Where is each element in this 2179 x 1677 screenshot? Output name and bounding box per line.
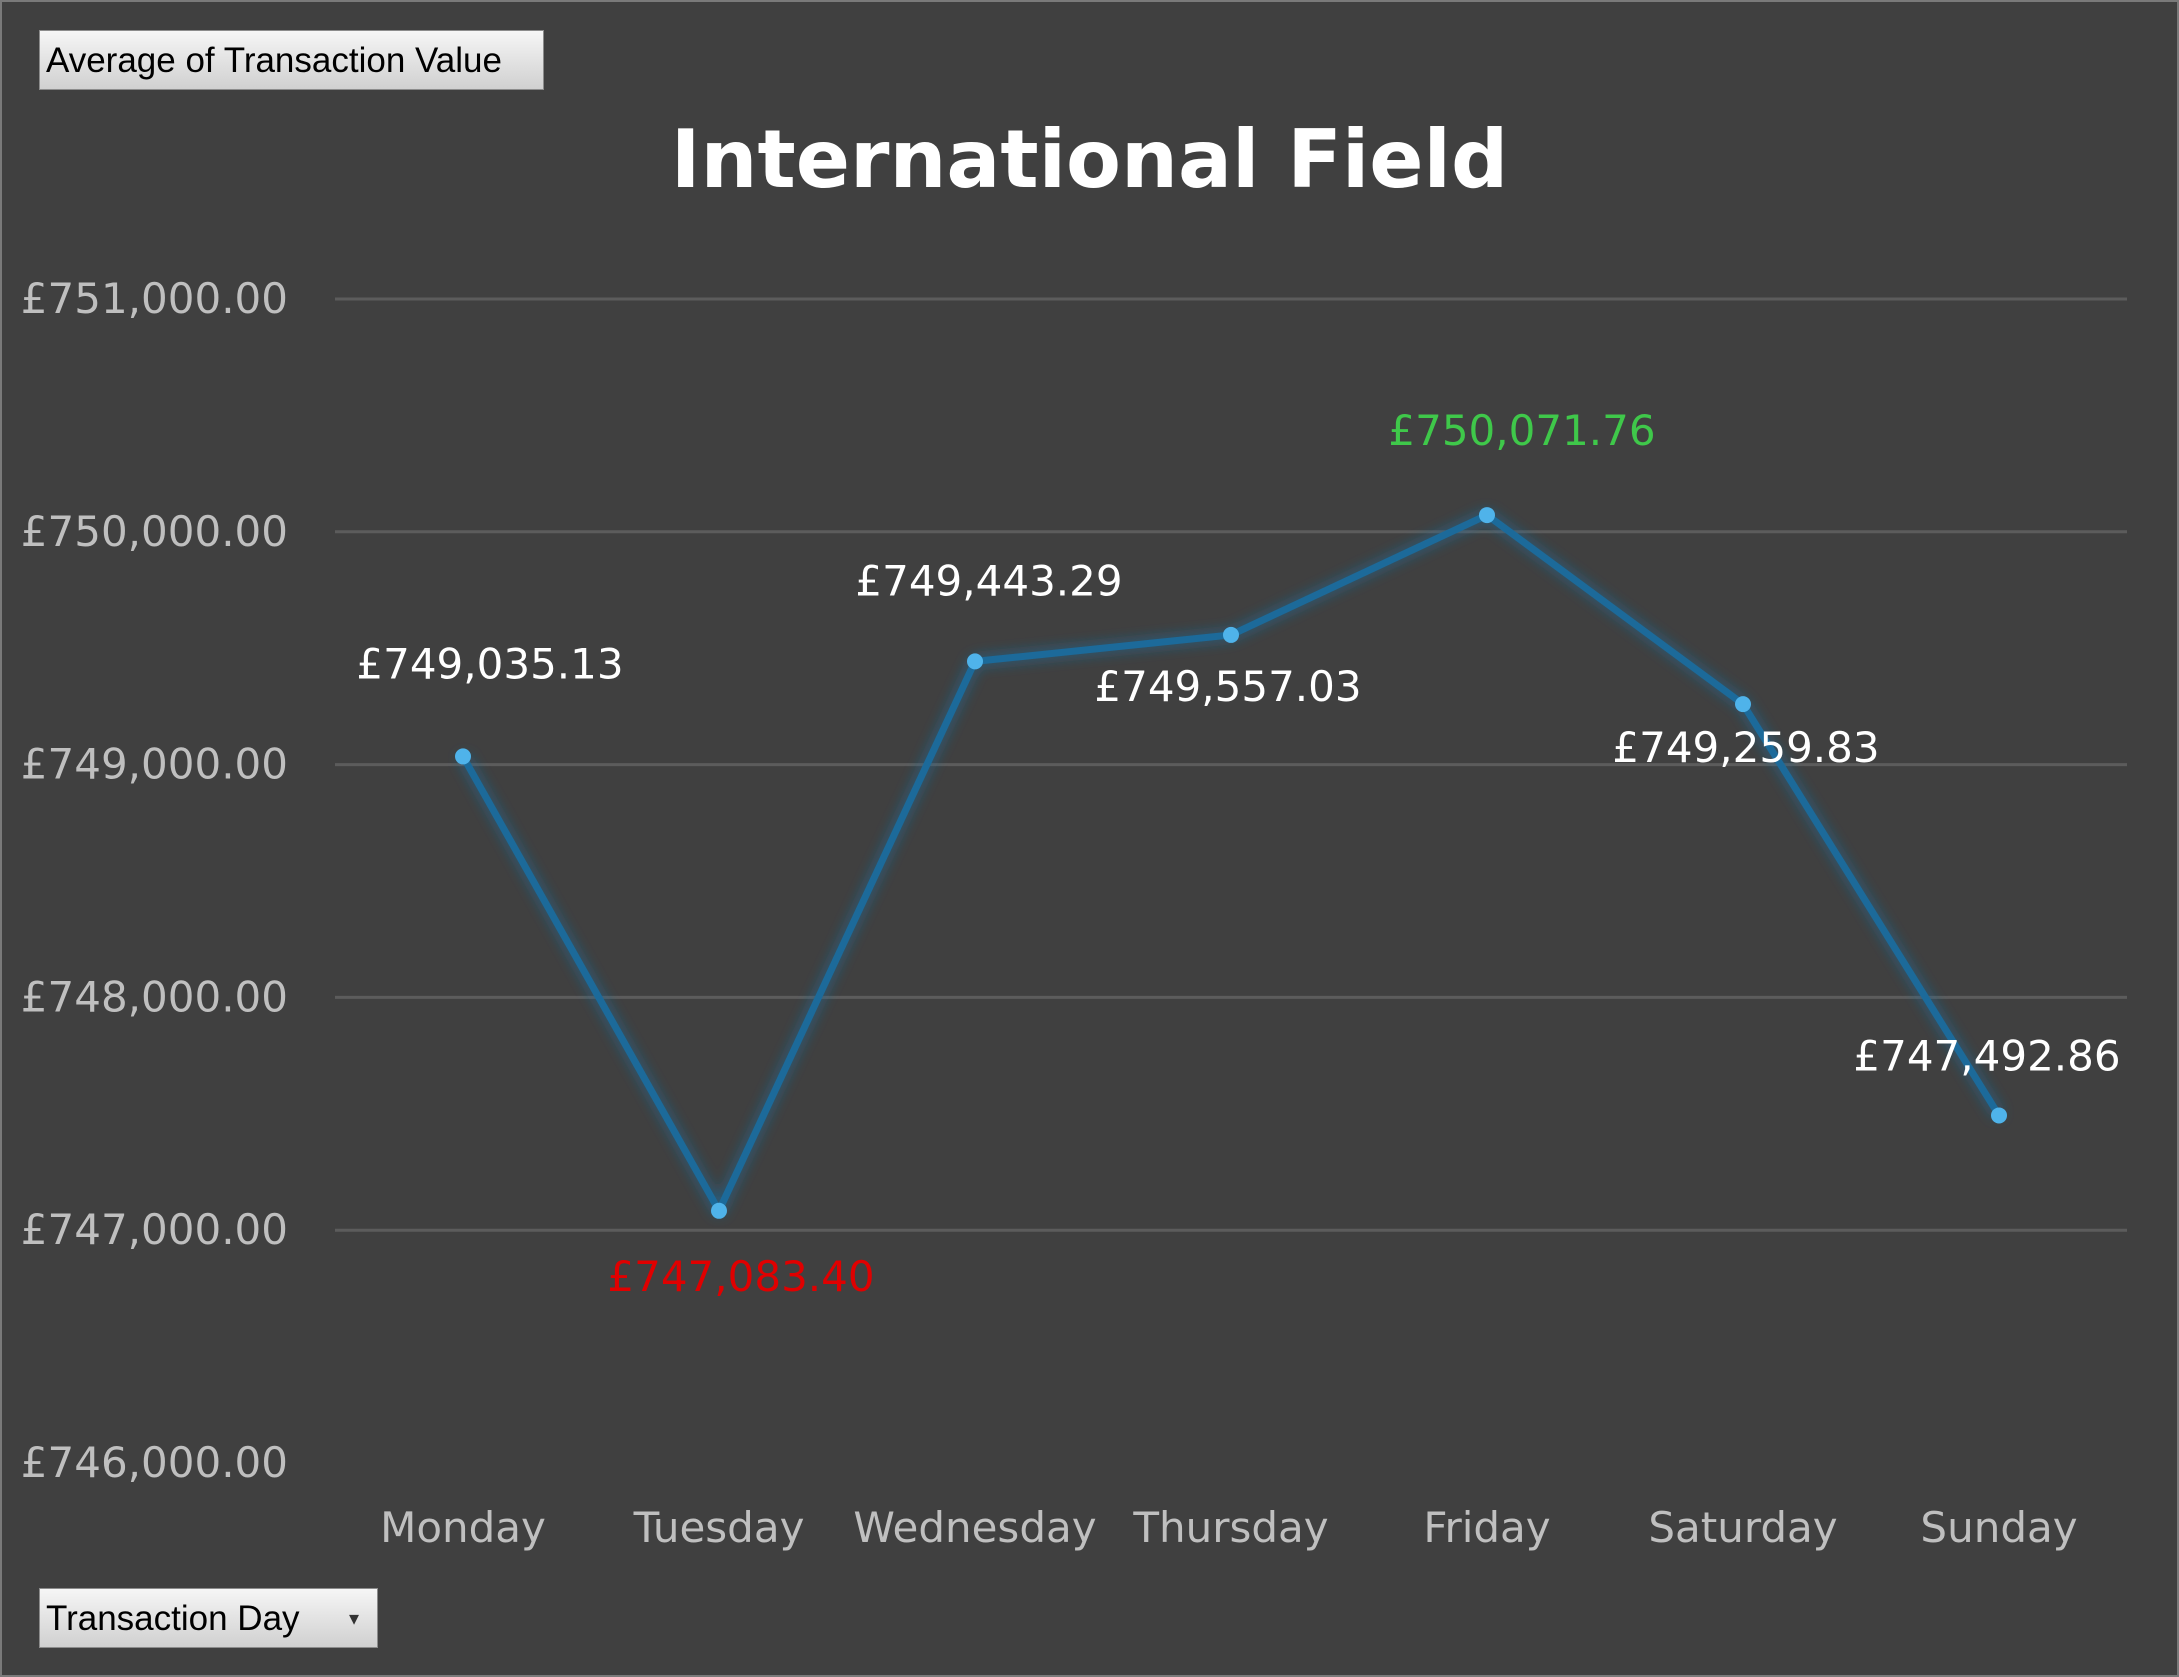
data-point bbox=[1223, 626, 1239, 643]
axis-field-label: Transaction Day bbox=[46, 1599, 300, 1638]
data-point bbox=[1479, 507, 1495, 524]
y-tick-label: £748,000.00 bbox=[21, 972, 288, 1021]
chart-area: Average of Transaction Value Internation… bbox=[0, 0, 2179, 1677]
y-tick-label: £747,000.00 bbox=[21, 1205, 288, 1254]
data-label: £749,557.03 bbox=[1094, 662, 1361, 711]
data-point bbox=[1735, 696, 1751, 713]
y-axis: £751,000.00 £750,000.00 £749,000.00 £748,00… bbox=[21, 274, 288, 1487]
x-tick-label: Saturday bbox=[1648, 1503, 1837, 1552]
x-axis: Monday Tuesday Wednesday Thursday Friday Satu… bbox=[380, 1503, 2077, 1552]
y-tick-label: £751,000.00 bbox=[21, 274, 288, 323]
x-tick-label: Friday bbox=[1423, 1503, 1550, 1552]
y-tick-label: £749,000.00 bbox=[21, 740, 288, 789]
dropdown-arrow-icon[interactable]: ▾ bbox=[349, 1589, 359, 1649]
data-label: £749,035.13 bbox=[356, 639, 623, 688]
data-point bbox=[1991, 1107, 2007, 1124]
data-label: £747,083.40 bbox=[607, 1252, 874, 1301]
series-line bbox=[459, 511, 2002, 1215]
x-tick-label: Sunday bbox=[1920, 1503, 2077, 1552]
data-point bbox=[711, 1202, 727, 1219]
data-point bbox=[967, 653, 983, 670]
data-labels: £749,035.13 £747,083.40 £749,443.29 £749,55… bbox=[356, 406, 2120, 1301]
y-tick-label: £746,000.00 bbox=[21, 1438, 288, 1487]
x-tick-label: Monday bbox=[380, 1503, 546, 1552]
line-chart: £751,000.00 £750,000.00 £749,000.00 £748,00… bbox=[21, 274, 2127, 1552]
x-tick-label: Thursday bbox=[1132, 1503, 1328, 1552]
data-label: £750,071.76 bbox=[1388, 406, 1655, 455]
x-tick-label: Wednesday bbox=[853, 1503, 1096, 1552]
series bbox=[455, 507, 2007, 1219]
x-tick-label: Tuesday bbox=[633, 1503, 805, 1552]
data-label: £749,443.29 bbox=[855, 556, 1122, 605]
data-point bbox=[455, 748, 471, 765]
data-label: £749,259.83 bbox=[1612, 723, 1879, 772]
axis-field-button[interactable]: Transaction Day ▾ bbox=[39, 1588, 378, 1648]
y-tick-label: £750,000.00 bbox=[21, 507, 288, 556]
data-label: £747,492.86 bbox=[1853, 1031, 2120, 1080]
